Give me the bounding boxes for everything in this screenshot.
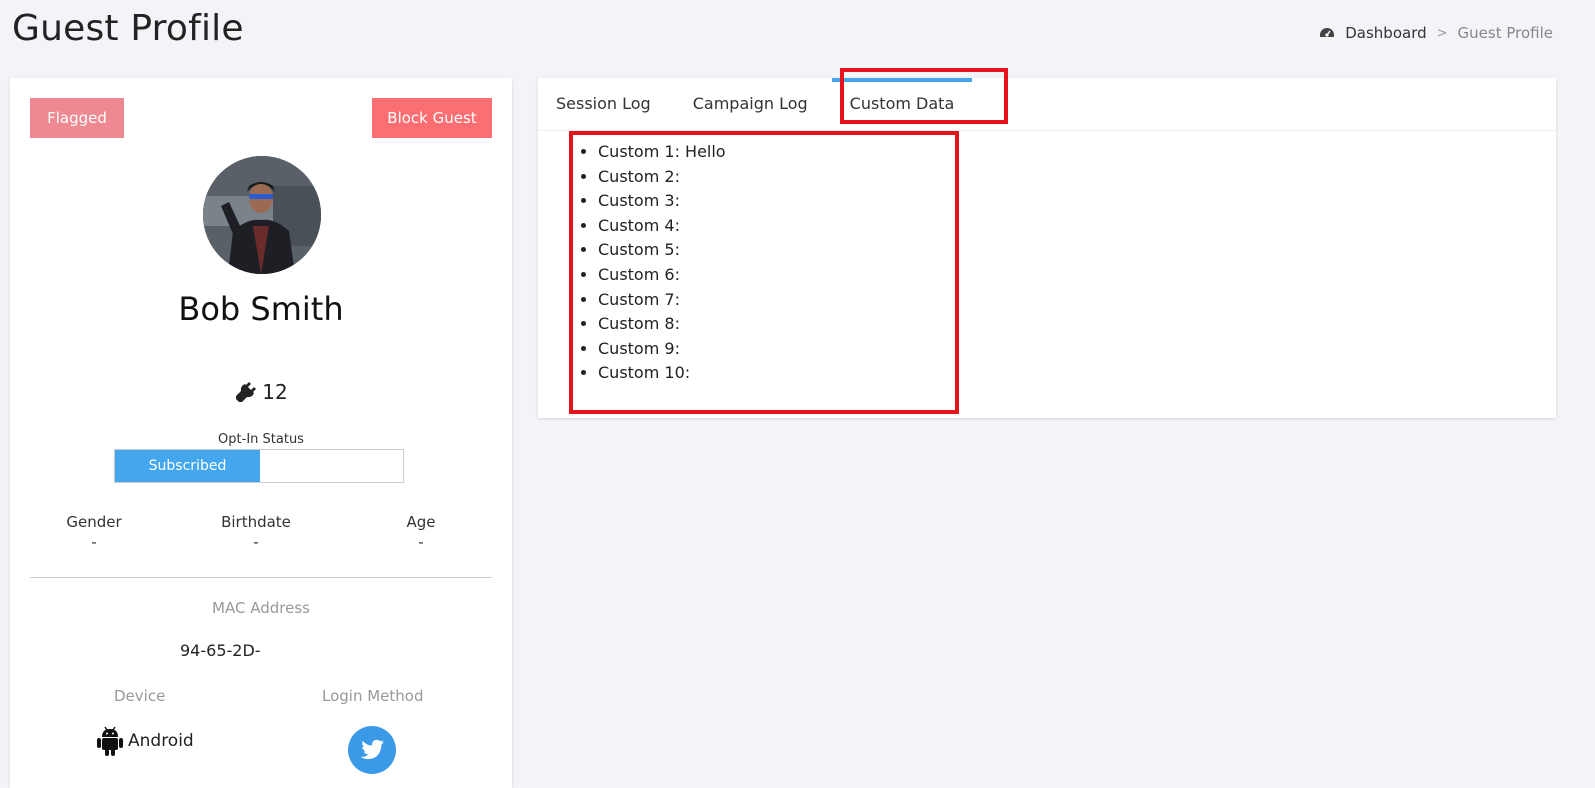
list-item: Custom 10:: [598, 361, 726, 386]
avatar-photo: [203, 156, 321, 274]
breadcrumb-current: Guest Profile: [1457, 24, 1553, 42]
birthdate-label: Birthdate: [221, 513, 291, 531]
breadcrumb-home[interactable]: Dashboard: [1345, 24, 1426, 42]
login-method-label: Login Method: [322, 687, 424, 705]
tab-custom-data[interactable]: Custom Data: [831, 78, 972, 130]
demographics-row: Gender - Birthdate - Age -: [10, 513, 512, 553]
tab-bar: Session Log Campaign Log Custom Data: [538, 78, 1556, 131]
guest-name: Bob Smith: [178, 290, 344, 328]
list-item: Custom 4:: [598, 214, 726, 239]
birthdate-field: Birthdate -: [216, 513, 296, 551]
mac-address-value: 94-65-2D-: [180, 641, 261, 660]
avatar: [203, 156, 321, 274]
block-guest-button[interactable]: Block Guest: [372, 98, 492, 138]
device-name: Android: [128, 731, 194, 751]
tab-session-log[interactable]: Session Log: [556, 78, 651, 130]
list-item: Custom 8:: [598, 312, 726, 337]
guest-profile-card: Flagged Block Guest Bob Smith 12 Opt-In …: [10, 78, 512, 788]
android-icon: [97, 726, 123, 756]
optin-status-toggle[interactable]: Subscribed: [114, 449, 404, 483]
birthdate-value: -: [253, 533, 259, 551]
dashboard-icon: [1320, 28, 1335, 37]
device-label: Device: [114, 687, 166, 705]
twitter-icon: [360, 739, 384, 760]
mac-address-label: MAC Address: [212, 599, 310, 617]
optin-label: Opt-In Status: [218, 432, 304, 447]
optin-unsubscribed[interactable]: [260, 450, 403, 482]
optin-subscribed[interactable]: Subscribed: [115, 450, 260, 482]
custom-data-list: Custom 1: Hello Custom 2: Custom 3: Cust…: [578, 140, 726, 386]
list-item: Custom 3:: [598, 189, 726, 214]
list-item: Custom 2:: [598, 165, 726, 190]
list-item: Custom 6:: [598, 263, 726, 288]
age-field: Age -: [400, 513, 442, 551]
plug-icon: [236, 382, 257, 402]
age-value: -: [418, 533, 424, 551]
device-value: Android: [96, 726, 194, 756]
login-method-twitter[interactable]: [348, 726, 396, 774]
gender-field: Gender -: [66, 513, 122, 551]
tab-campaign-log[interactable]: Campaign Log: [693, 78, 808, 130]
age-label: Age: [406, 513, 436, 531]
list-item: Custom 9:: [598, 337, 726, 362]
list-item: Custom 1: Hello: [598, 140, 726, 165]
list-item: Custom 5:: [598, 238, 726, 263]
session-count-value: 12: [262, 380, 288, 404]
list-item: Custom 7:: [598, 288, 726, 313]
session-count: 12: [10, 380, 512, 404]
gender-value: -: [91, 533, 97, 551]
breadcrumb: Dashboard > Guest Profile: [1319, 24, 1553, 42]
divider: [30, 577, 492, 578]
gender-label: Gender: [66, 513, 122, 531]
guest-detail-card: Session Log Campaign Log Custom Data Cus…: [538, 78, 1556, 418]
flagged-button[interactable]: Flagged: [30, 98, 124, 138]
page-title: Guest Profile: [12, 8, 244, 49]
breadcrumb-separator: >: [1436, 25, 1448, 41]
